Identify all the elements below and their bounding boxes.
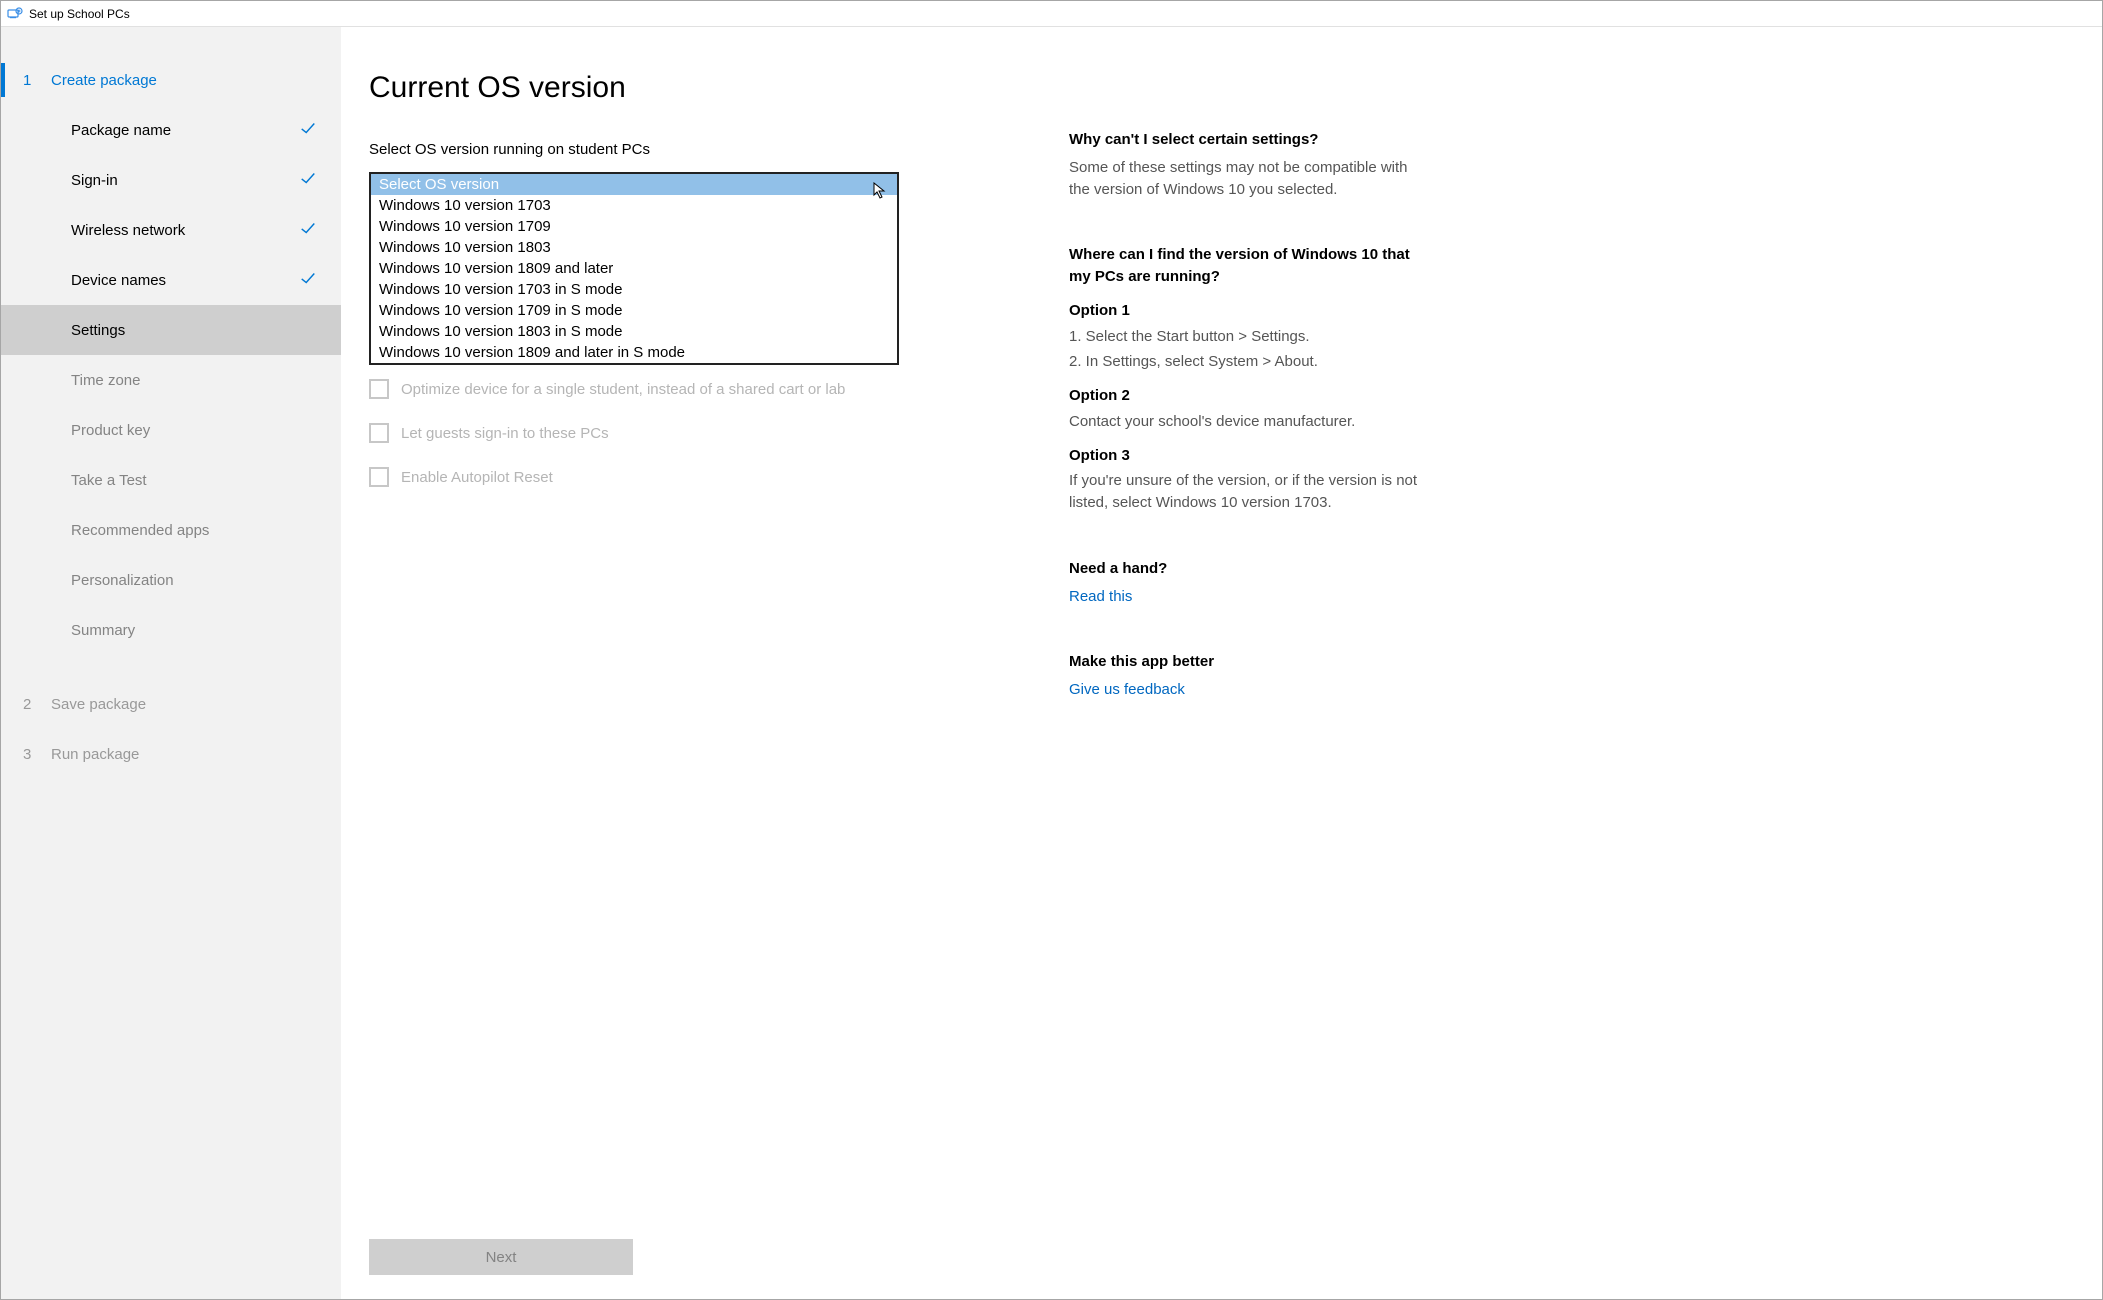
os-version-dropdown[interactable]: Select OS version Windows 10 version 170… [369,172,899,365]
substep-take-a-test[interactable]: Take a Test [1,455,341,505]
help-heading: Make this app better [1069,651,1419,673]
content-column: Current OS version Select OS version run… [369,71,1009,1275]
help-make-better: Make this app better Give us feedback [1069,651,1419,701]
substep-device-names[interactable]: Device names [1,255,341,305]
checkbox-label: Let guests sign-in to these PCs [401,425,609,442]
dropdown-option[interactable]: Windows 10 version 1803 [371,237,897,258]
help-text: Contact your school's device manufacture… [1069,411,1419,433]
feedback-link[interactable]: Give us feedback [1069,681,1185,698]
dropdown-option[interactable]: Windows 10 version 1709 [371,216,897,237]
step-number: 3 [23,746,51,763]
step-label: Create package [51,72,157,89]
check-icon [299,219,317,241]
checkbox-box[interactable] [369,423,389,443]
substep-label: Product key [71,422,150,439]
step-create-package[interactable]: 1 Create package [1,55,341,105]
substep-label: Sign-in [71,172,118,189]
dropdown-option[interactable]: Windows 10 version 1703 in S mode [371,279,897,300]
help-subhead: Option 1 [1069,300,1419,322]
dropdown-option[interactable]: Windows 10 version 1803 in S mode [371,321,897,342]
main-area: Current OS version Select OS version run… [341,27,2102,1299]
checkbox-box[interactable] [369,467,389,487]
help-text: Some of these settings may not be compat… [1069,157,1419,201]
substep-recommended-apps[interactable]: Recommended apps [1,505,341,555]
step-label: Save package [51,696,146,713]
substep-summary[interactable]: Summary [1,605,341,655]
check-icon [299,169,317,191]
window-title: Set up School PCs [29,7,130,21]
substep-sign-in[interactable]: Sign-in [1,155,341,205]
app-window: Set up School PCs 1 Create package Packa… [0,0,2103,1300]
checkbox-label: Enable Autopilot Reset [401,469,553,486]
page-title: Current OS version [369,71,1009,105]
dropdown-option[interactable]: Windows 10 version 1809 and later [371,258,897,279]
checkbox-guests-signin[interactable]: Let guests sign-in to these PCs [369,423,1009,443]
substep-settings[interactable]: Settings [1,305,341,355]
dropdown-option[interactable]: Windows 10 version 1703 [371,195,897,216]
help-text: If you're unsure of the version, or if t… [1069,470,1419,514]
substep-product-key[interactable]: Product key [1,405,341,455]
titlebar: Set up School PCs [1,1,2102,27]
substep-wireless-network[interactable]: Wireless network [1,205,341,255]
help-heading: Where can I find the version of Windows … [1069,244,1419,288]
substep-label: Take a Test [71,472,147,489]
sidebar: 1 Create package Package name Sign-in Wi… [1,27,341,1299]
field-label: Select OS version running on student PCs [369,141,1009,158]
checkbox-autopilot-reset[interactable]: Enable Autopilot Reset [369,467,1009,487]
dropdown-option-placeholder[interactable]: Select OS version [371,174,897,195]
substep-label: Package name [71,122,171,139]
dropdown-option[interactable]: Windows 10 version 1709 in S mode [371,300,897,321]
step-save-package[interactable]: 2 Save package [1,679,341,729]
substep-package-name[interactable]: Package name [1,105,341,155]
substep-label: Settings [71,322,125,339]
check-icon [299,269,317,291]
substep-time-zone[interactable]: Time zone [1,355,341,405]
help-subhead: Option 2 [1069,385,1419,407]
substep-personalization[interactable]: Personalization [1,555,341,605]
help-column: Why can't I select certain settings? Som… [1069,71,1419,1275]
checkbox-optimize-single-student[interactable]: Optimize device for a single student, in… [369,379,1009,399]
help-subhead: Option 3 [1069,445,1419,467]
checkbox-box[interactable] [369,379,389,399]
help-heading: Need a hand? [1069,558,1419,580]
substeps: Package name Sign-in Wireless network De… [1,105,341,655]
substep-label: Recommended apps [71,522,209,539]
next-button[interactable]: Next [369,1239,633,1275]
help-text: 2. In Settings, select System > About. [1069,351,1419,373]
substep-label: Wireless network [71,222,185,239]
help-text: 1. Select the Start button > Settings. [1069,326,1419,348]
dropdown-option[interactable]: Windows 10 version 1809 and later in S m… [371,342,897,363]
check-icon [299,119,317,141]
substep-label: Device names [71,272,166,289]
help-heading: Why can't I select certain settings? [1069,129,1419,151]
step-number: 2 [23,696,51,713]
app-body: 1 Create package Package name Sign-in Wi… [1,27,2102,1299]
help-need-hand: Need a hand? Read this [1069,558,1419,608]
help-why-cant-select: Why can't I select certain settings? Som… [1069,129,1419,200]
read-this-link[interactable]: Read this [1069,588,1132,605]
step-label: Run package [51,746,139,763]
substep-label: Personalization [71,572,174,589]
help-find-version: Where can I find the version of Windows … [1069,244,1419,514]
step-run-package[interactable]: 3 Run package [1,729,341,779]
step-number: 1 [23,72,51,89]
checkbox-label: Optimize device for a single student, in… [401,381,845,398]
substep-label: Time zone [71,372,140,389]
substep-label: Summary [71,622,135,639]
app-icon [7,6,23,22]
